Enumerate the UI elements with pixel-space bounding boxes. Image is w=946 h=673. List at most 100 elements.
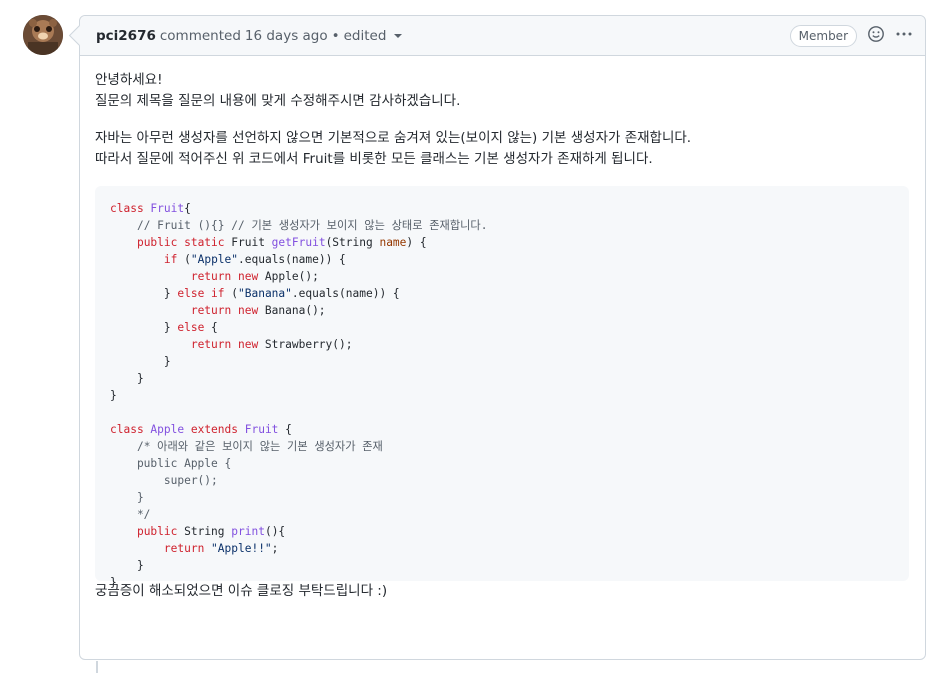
- code-token: public static: [136, 236, 232, 249]
- code-token: */: [110, 508, 151, 521]
- code-token: return new: [190, 304, 265, 317]
- timeline-line: [96, 661, 98, 673]
- code-token: // Fruit (){} // 기본 생성자가 보이지 않는 상태로 존재합니…: [136, 219, 488, 232]
- code-line: super();: [110, 472, 894, 489]
- code-line: return new Apple();: [110, 268, 894, 285]
- code-token: print: [231, 525, 265, 538]
- code-token: "Apple!!": [211, 542, 272, 555]
- request-line: 질문의 제목을 질문의 내용에 맞게 수정해주시면 감사하겠습니다.: [95, 93, 461, 109]
- header-actions: Member: [789, 16, 913, 55]
- code-token: class: [110, 202, 151, 215]
- comment-body: 안녕하세요! 질문의 제목을 질문의 내용에 맞게 수정해주시면 감사하겠습니다…: [80, 56, 925, 602]
- code-token: ;: [271, 542, 279, 555]
- member-badge: Member: [789, 24, 857, 47]
- comment-action: commented: [159, 27, 241, 44]
- greeting-line: 안녕하세요!: [95, 72, 163, 88]
- code-token: Fruit: [244, 423, 286, 436]
- explanation-line-2: 따라서 질문에 적어주신 위 코드에서 Fruit를 비롯한 모든 클래스는 기…: [95, 151, 653, 167]
- code-token: (){: [264, 525, 286, 538]
- code-line: */: [110, 506, 894, 523]
- code-token: Banana();: [264, 304, 326, 317]
- code-token: public Apple {: [110, 457, 232, 470]
- code-line: class Apple extends Fruit {: [110, 421, 894, 438]
- code-token: .equals(name)) {: [238, 253, 346, 266]
- code-line: public String print(){: [110, 523, 894, 540]
- code-token: class: [110, 423, 151, 436]
- code-line: }: [110, 489, 894, 506]
- code-line: // Fruit (){} // 기본 생성자가 보이지 않는 상태로 존재합니…: [110, 217, 894, 234]
- code-token: }: [110, 355, 171, 368]
- code-line: class Fruit{: [110, 200, 894, 217]
- code-token: getFruit: [271, 236, 326, 249]
- author-link[interactable]: pci2676: [96, 28, 156, 44]
- add-reaction-button[interactable]: [867, 25, 885, 47]
- comment-header: pci2676 commented 16 days ago • edited M…: [80, 16, 925, 56]
- code-line: } else if ("Banana".equals(name)) {: [110, 285, 894, 302]
- code-line: return new Strawberry();: [110, 336, 894, 353]
- avatar[interactable]: [23, 15, 63, 55]
- smiley-icon: [868, 25, 884, 42]
- code-line: return new Banana();: [110, 302, 894, 319]
- comment-time[interactable]: 16 days ago: [245, 28, 328, 44]
- code-line: public Apple {: [110, 455, 894, 472]
- code-token: (: [184, 253, 191, 266]
- code-line: }: [110, 370, 894, 387]
- comment-box: pci2676 commented 16 days ago • edited M…: [79, 15, 926, 660]
- code-token: (: [231, 287, 238, 300]
- code-line: }: [110, 387, 894, 404]
- code-token: public: [136, 525, 185, 538]
- code-line: } else {: [110, 319, 894, 336]
- code-line: if ("Apple".equals(name)) {: [110, 251, 894, 268]
- code-token: if: [163, 253, 185, 266]
- more-options-button[interactable]: [895, 25, 913, 47]
- code-line: }: [110, 557, 894, 574]
- code-token: }: [110, 491, 144, 504]
- explanation-line-1: 자바는 아무런 생성자를 선언하지 않으면 기본적으로 숨겨져 있는(보이지 않…: [95, 130, 692, 146]
- code-token: extends: [190, 423, 245, 436]
- code-token: }: [110, 287, 178, 300]
- code-token: return new: [190, 270, 265, 283]
- code-token: return new: [190, 338, 265, 351]
- code-token: {: [184, 202, 191, 215]
- code-token: }: [110, 372, 144, 385]
- code-token: name: [379, 236, 407, 249]
- code-token: /* 아래와 같은 보이지 않는 기본 생성자가 존재: [136, 440, 383, 453]
- code-token: return: [163, 542, 212, 555]
- code-token: Fruit: [150, 202, 185, 215]
- code-token: else if: [177, 287, 232, 300]
- code-token: else: [177, 321, 212, 334]
- code-line: public static Fruit getFruit(String name…: [110, 234, 894, 251]
- code-token: .equals(name)) {: [291, 287, 400, 300]
- code-token: {: [211, 321, 218, 334]
- edited-label: edited: [343, 27, 387, 44]
- code-token: "Apple": [190, 253, 239, 266]
- meta-separator: •: [331, 27, 340, 44]
- edited-dropdown[interactable]: edited: [344, 28, 403, 44]
- code-token: ) {: [406, 236, 427, 249]
- code-token: String: [184, 525, 232, 538]
- code-token: }: [110, 321, 178, 334]
- code-token: super();: [110, 474, 218, 487]
- caret-down-icon: [394, 33, 403, 38]
- code-token: "Banana": [238, 287, 292, 300]
- code-token: Strawberry();: [264, 338, 353, 351]
- avatar-image: [23, 15, 63, 55]
- code-token: }: [110, 559, 144, 572]
- code-line: }: [110, 353, 894, 370]
- code-token: Apple: [150, 423, 191, 436]
- code-token: {: [285, 423, 292, 436]
- code-block: class Fruit{ // Fruit (){} // 기본 생성자가 보이…: [95, 186, 909, 589]
- code-token: }: [110, 389, 117, 402]
- code-token: Apple();: [264, 270, 319, 283]
- code-line: return "Apple!!";: [110, 540, 894, 557]
